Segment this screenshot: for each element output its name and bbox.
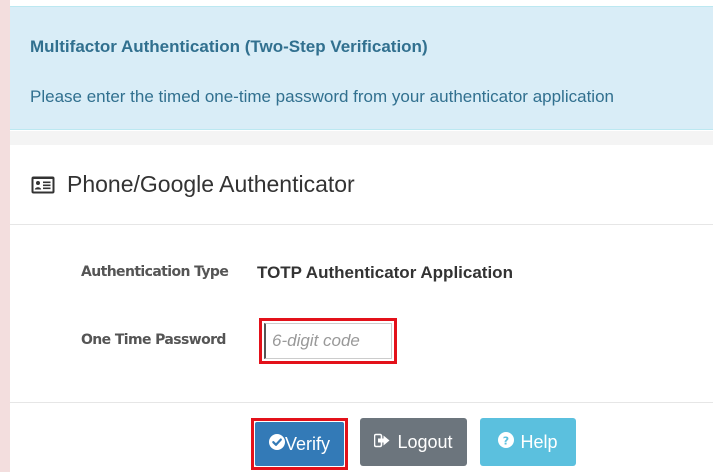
panel-title: Phone/Google Authenticator <box>67 171 355 197</box>
otp-highlight <box>259 318 397 364</box>
auth-type-label: Authentication Type <box>81 264 229 280</box>
help-button[interactable]: ? Help <box>480 418 576 466</box>
otp-input[interactable] <box>264 323 392 359</box>
verify-highlight: Verify <box>251 418 348 470</box>
mfa-page: Multifactor Authentication (Two-Step Ver… <box>10 0 713 472</box>
alert-title: Multifactor Authentication (Two-Step Ver… <box>30 37 428 56</box>
logout-button[interactable]: Logout <box>360 418 467 466</box>
logout-label: Logout <box>397 431 453 452</box>
verify-label: Verify <box>284 433 331 454</box>
verify-button[interactable]: Verify <box>255 422 344 466</box>
form-divider <box>10 402 713 403</box>
otp-label: One Time Password <box>81 332 226 348</box>
panel-heading: Phone/Google Authenticator <box>10 145 713 225</box>
info-alert: Multifactor Authentication (Two-Step Ver… <box>10 6 713 130</box>
auth-type-value: TOTP Authenticator Application <box>257 263 513 282</box>
help-label: Help <box>520 431 558 452</box>
check-circle-icon <box>268 433 285 455</box>
alert-message: Please enter the timed one-time password… <box>30 87 614 106</box>
question-circle-icon: ? <box>498 431 515 453</box>
panel-spacer <box>10 131 713 145</box>
svg-text:?: ? <box>503 434 509 447</box>
authenticator-panel: Phone/Google Authenticator Authenticatio… <box>10 145 713 472</box>
sign-out-icon <box>374 432 391 453</box>
id-card-icon <box>31 176 55 194</box>
